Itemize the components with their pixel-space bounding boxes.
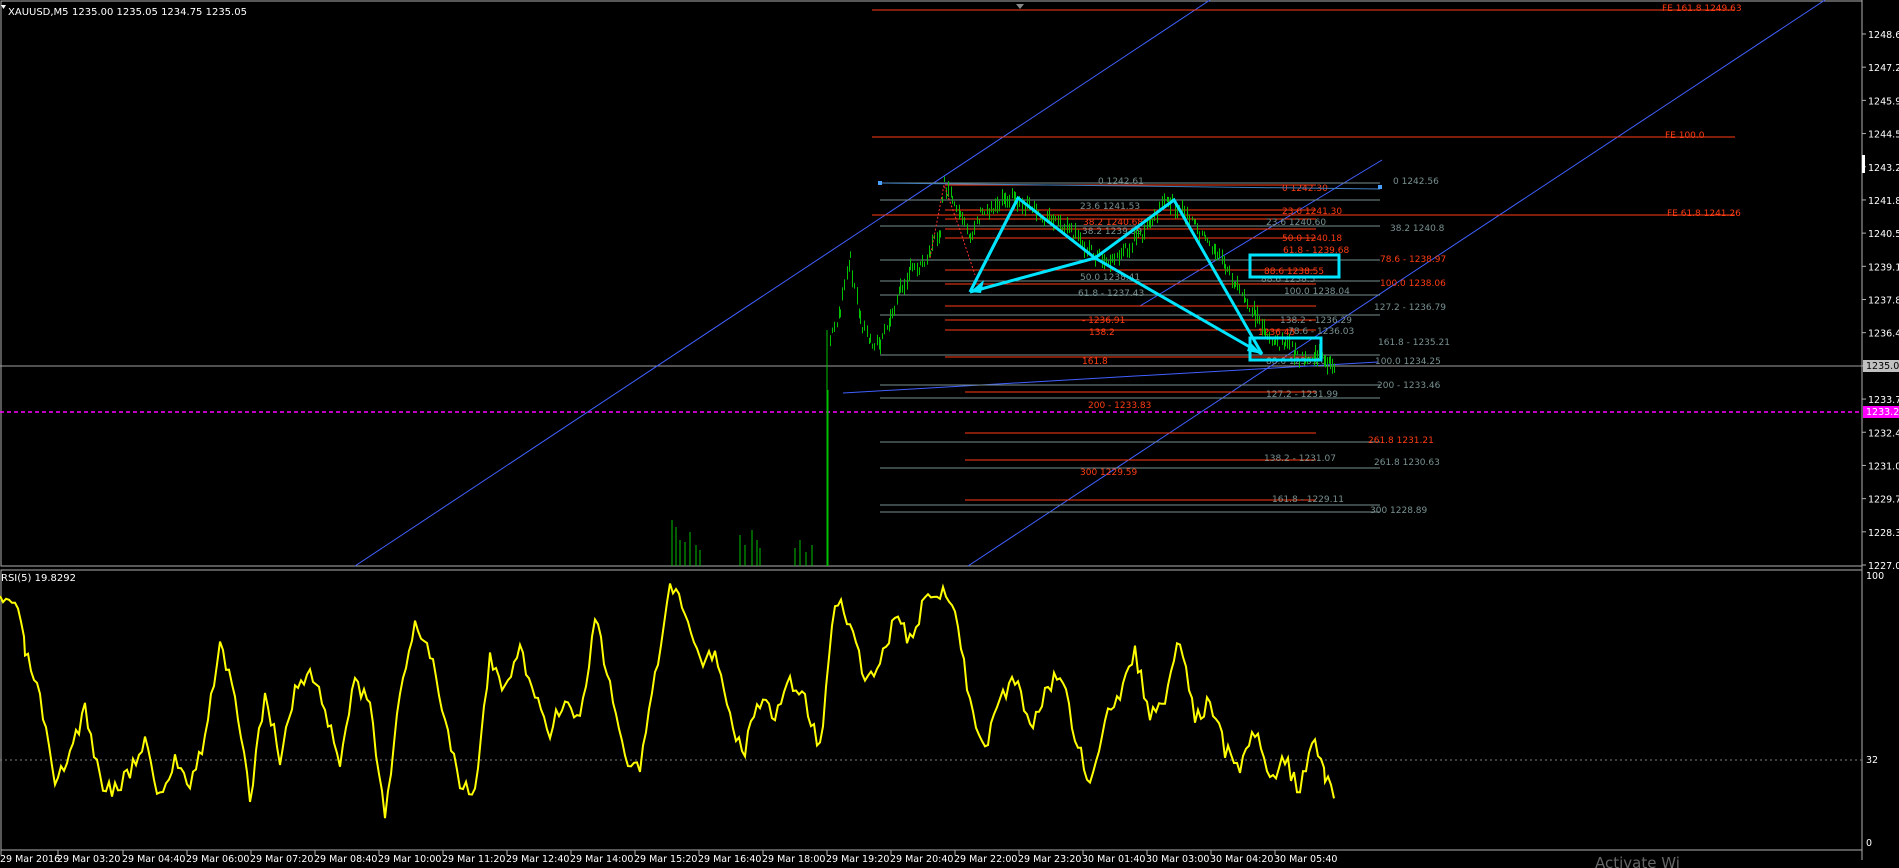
fib-level-label: 61.8 - 1237.43 [1078,289,1144,299]
time-tick-label: 29 Mar 16:40 [698,854,761,865]
time-tick-label: 30 Mar 03:00 [1146,854,1209,865]
time-tick-label: 29 Mar 06:00 [186,854,249,865]
fib-level-label: FE 61.8 1241.26 [1667,209,1741,219]
fib-level-label: 38.2 1240.8 [1390,224,1445,234]
symbol-title: XAUUSD,M5 [8,7,69,18]
fib-level-label: 161.8 - 1229.11 [1272,495,1344,505]
svg-text:1233.24: 1233.24 [1866,407,1899,418]
rsi-level-0: 0 [1866,838,1872,849]
fib-level-label: 100.0 1234.25 [1375,357,1441,367]
price-tick-label: 1231.06 [1868,461,1899,472]
price-tick-label: 1233.76 [1868,395,1899,406]
price-tick-label: 1232.41 [1868,428,1899,439]
price-tick-label: 1245.91 [1868,96,1899,107]
time-tick-label: 30 Mar 04:20 [1210,854,1273,865]
current-price-tag: 1235.05 [1863,360,1899,372]
fib-level-label: 200 - 1233.46 [1377,381,1441,391]
price-tick-label: 1228.36 [1868,528,1899,539]
fib-level-label: 0 1242.56 [1393,177,1439,187]
price-tick-label: 1243.21 [1868,163,1899,174]
price-tick-label: 1248.60 [1868,30,1899,41]
watermark-text: Activate Wi [1595,854,1680,868]
fib-level-label: 78.6 - 1236.03 [1288,327,1354,337]
price-scroll-handle[interactable] [1862,155,1865,173]
fib-level-label: 127.2 - 1231.99 [1266,390,1338,400]
fib-level-label: 300 1228.89 [1370,506,1428,516]
rsi-level-100: 100 [1866,571,1884,582]
time-tick-label: 29 Mar 11:20 [442,854,505,865]
price-tick-label: 1247.26 [1868,63,1899,74]
time-tick-label: 29 Mar 22:00 [954,854,1017,865]
time-tick-label: 29 Mar 12:40 [506,854,569,865]
time-tick-label: 29 Mar 08:40 [314,854,377,865]
price-tick-label: 1236.46 [1868,329,1899,340]
time-tick-label: 29 Mar 03:20 [57,854,120,865]
fib-level-label: 138.2 - 1231.07 [1264,454,1336,464]
fib-level-label: 300 1229.59 [1080,468,1138,478]
rsi-level-32: 32 [1866,755,1878,766]
fib-level-label: 200 - 1233.83 [1088,401,1151,411]
fib-level-label: 23.6 1241.53 [1080,202,1140,212]
fib-level-label: 23.6 1240.60 [1266,218,1326,228]
price-tick-label: 1240.51 [1868,229,1899,240]
fib-level-label: 138.2 [1089,328,1115,338]
time-tick-label: 29 Mar 04:40 [122,854,185,865]
fib-level-label: 127.2 - 1236.79 [1374,303,1446,313]
rsi-label: RSI(5) 19.8292 [1,573,76,584]
svg-text:1235.05: 1235.05 [1866,361,1899,372]
time-tick-label: 29 Mar 23:20 [1018,854,1081,865]
price-tick-label: 1244.56 [1868,130,1899,141]
fib-level-label: FE 161.8 1249.63 [1662,4,1742,14]
time-tick-label: 29 Mar 20:40 [890,854,953,865]
price-tick-label: 1241.86 [1868,196,1899,207]
time-tick-label: 30 Mar 01:40 [1082,854,1145,865]
time-tick-label: 29 Mar 18:00 [762,854,825,865]
fib-level-label: 50.0 1240.18 [1282,234,1342,244]
fib-level-label: 23.6 1241.30 [1282,207,1342,217]
chart-canvas[interactable]: FE 161.8 1249.63 FE 100.0 FE 61.8 1241.26 0… [0,0,1899,868]
fib-level-label: 261.8 1230.63 [1374,458,1440,468]
time-tick-label: 30 Mar 05:40 [1274,854,1337,865]
fib-level-label: FE 100.0 [1665,131,1705,141]
time-tick-label: 29 Mar 15:20 [634,854,697,865]
ohlc-values: 1235.00 1235.05 1234.75 1235.05 [72,7,247,18]
fib-level-label: 161.8 [1082,357,1108,367]
fib-level-label: 138.2 - 1236.29 [1280,316,1352,326]
time-tick-label: 29 Mar 07:20 [250,854,313,865]
price-tick-label: 1237.81 [1868,296,1899,307]
magenta-price-tag: 1233.24 [1863,406,1899,418]
time-tick-label: 29 Mar 14:00 [570,854,633,865]
time-tick-label: 29 Mar 2016 [0,854,60,865]
fib-level-label: 78.6 - 1238.97 [1380,255,1446,265]
fib-level-label: 261.8 1231.21 [1368,436,1434,446]
fib-level-label: 100.0 1238.06 [1380,279,1446,289]
time-tick-label: 29 Mar 10:00 [378,854,441,865]
price-tick-label: 1229.71 [1868,495,1899,506]
fib-level-label: - 1236.91 [1082,316,1125,326]
fib-level-label: 0 1242.30 [1282,184,1328,194]
price-tick-label: 1239.16 [1868,262,1899,273]
time-tick-label: 29 Mar 19:20 [826,854,889,865]
fib-level-label: 100.0 1238.04 [1284,287,1350,297]
fib-level-label: 161.8 - 1235.21 [1378,338,1450,348]
